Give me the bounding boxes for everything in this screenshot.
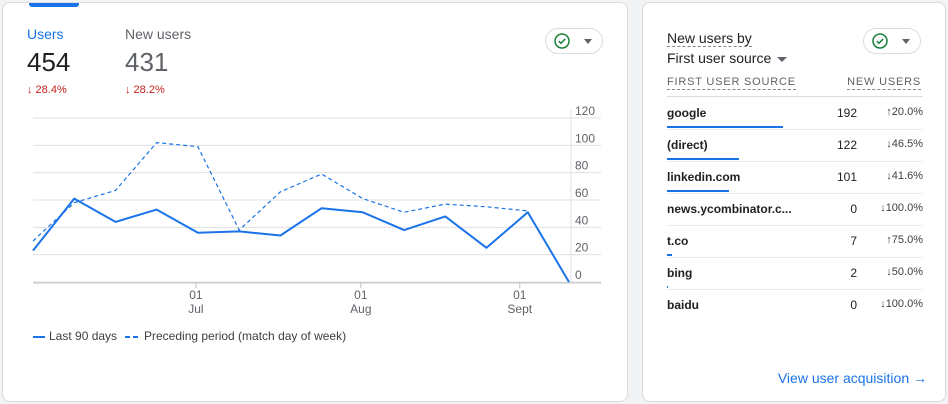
table-row[interactable]: bing 2 ↓50.0% — [667, 258, 923, 290]
source-name: google — [667, 106, 707, 120]
legend-label: Preceding period (match day of week) — [144, 329, 347, 343]
new-users-value: 0 — [850, 298, 857, 312]
source-name: baidu — [667, 298, 699, 312]
source-name: (direct) — [667, 138, 708, 152]
x-tick-day: 01 — [189, 288, 203, 302]
table-row[interactable]: baidu 0 ↓100.0% — [667, 290, 923, 322]
new-users-value: 101 — [836, 170, 857, 184]
legend-dashed-swatch — [125, 335, 139, 338]
change-percent: ↓50.0% — [886, 266, 923, 278]
header-divider — [667, 96, 923, 97]
table-row[interactable]: t.co 7 ↑75.0% — [667, 226, 923, 258]
x-tick-day: 01 — [354, 288, 368, 302]
source-name: news.ycombinator.c... — [667, 202, 792, 216]
column-header-source: FIRST USER SOURCE — [667, 76, 796, 90]
acquisition-card: New users by First user source FIRST USE… — [642, 2, 946, 402]
card-title: New users by — [667, 30, 752, 47]
new-users-value: 122 — [836, 138, 857, 152]
x-tick-month: Sept — [507, 302, 532, 316]
change-percent: ↓100.0% — [880, 298, 923, 310]
y-tick-label: 60 — [575, 186, 589, 200]
view-user-acquisition-link[interactable]: View user acquisition → — [778, 370, 927, 386]
y-tick-label: 40 — [575, 213, 589, 227]
source-name: linkedin.com — [667, 170, 741, 184]
new-users-value: 2 — [850, 266, 857, 280]
change-percent: ↓100.0% — [880, 202, 923, 214]
change-percent: ↓46.5% — [886, 138, 923, 150]
share-bar — [667, 286, 668, 288]
y-tick-label: 0 — [575, 268, 582, 282]
table-row[interactable]: google 192 ↑20.0% — [667, 98, 923, 130]
share-bar — [667, 158, 739, 160]
share-bar — [667, 254, 672, 256]
caret-down-icon — [777, 56, 788, 62]
x-tick-month: Jul — [188, 302, 203, 316]
source-name: bing — [667, 266, 693, 280]
legend-item-last-90-days[interactable]: Last 90 days — [33, 329, 117, 343]
chevron-down-icon — [902, 39, 910, 44]
overview-card: Users 454 ↓ 28.4% New users 431 ↓ 28.2% … — [2, 2, 628, 402]
dimension-selector[interactable]: First user source — [667, 50, 788, 66]
table-row[interactable]: (direct) 122 ↓46.5% — [667, 130, 923, 162]
change-percent: ↑20.0% — [886, 106, 923, 118]
share-bar — [667, 190, 729, 192]
change-percent: ↓41.6% — [886, 170, 923, 182]
check-circle-icon — [872, 33, 888, 49]
new-users-value: 192 — [836, 106, 857, 120]
legend-label: Last 90 days — [49, 329, 118, 343]
share-bar — [667, 126, 783, 128]
source-name: t.co — [667, 234, 689, 248]
insights-dropdown-button[interactable] — [863, 28, 921, 54]
table-row[interactable]: news.ycombinator.c... 0 ↓100.0% — [667, 194, 923, 226]
users-line-chart: 020406080100120 01Jul01Aug01Sept — [32, 104, 601, 316]
column-header-new-users: NEW USERS — [847, 76, 921, 90]
change-percent: ↑75.0% — [886, 234, 923, 246]
y-tick-label: 120 — [575, 104, 595, 118]
y-tick-label: 100 — [575, 131, 595, 145]
series-line-last-90-days — [32, 197, 570, 283]
new-users-value: 0 — [850, 202, 857, 216]
dimension-label: First user source — [667, 50, 772, 66]
x-tick-day: 01 — [513, 288, 527, 302]
legend-item-preceding-period[interactable]: Preceding period (match day of week) — [125, 329, 346, 343]
table-row[interactable]: linkedin.com 101 ↓41.6% — [667, 162, 923, 194]
legend-solid-swatch — [33, 335, 45, 338]
y-tick-label: 80 — [575, 159, 589, 173]
new-users-value: 7 — [850, 234, 857, 248]
x-tick-month: Aug — [350, 302, 371, 316]
y-tick-label: 20 — [575, 241, 589, 255]
